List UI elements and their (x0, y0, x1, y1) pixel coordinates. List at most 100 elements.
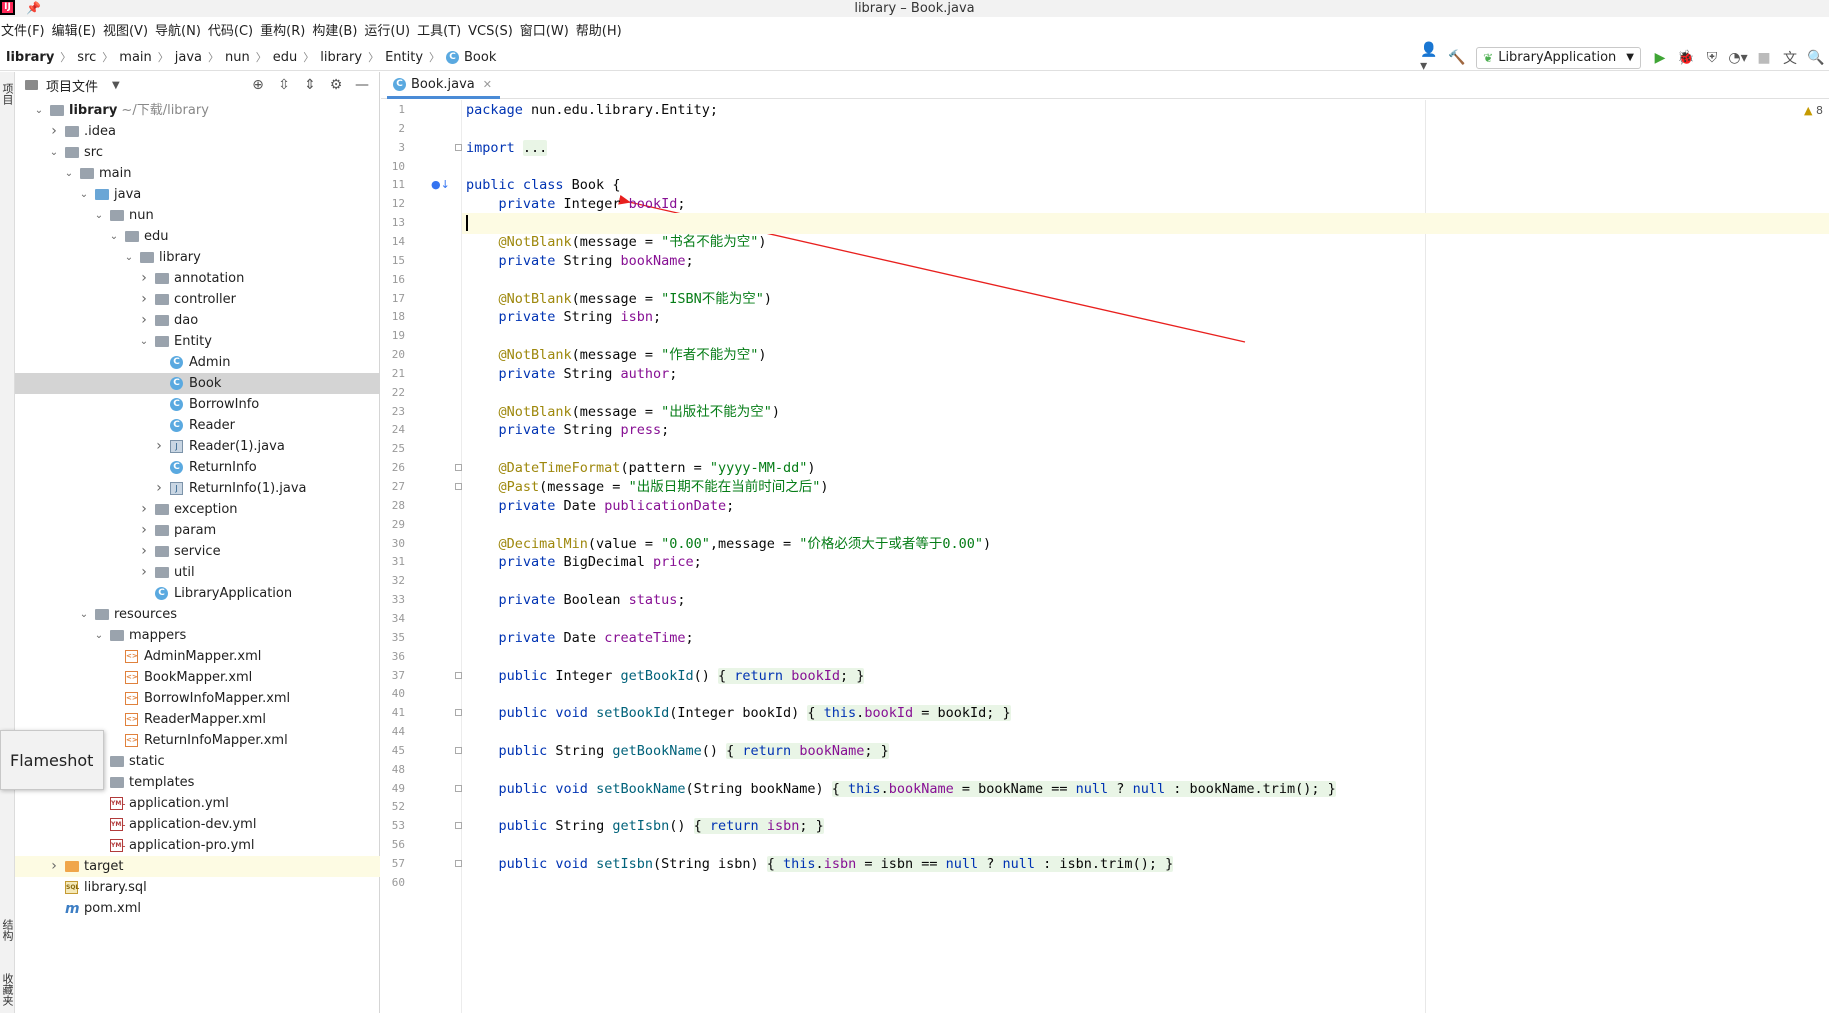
tree-item[interactable]: m pom.xml (15, 898, 380, 919)
tree-item[interactable]: <> BorrowInfoMapper.xml (15, 688, 380, 709)
structure-tool-tab[interactable]: 结构 (0, 910, 15, 950)
breadcrumb-item[interactable]: library (320, 50, 362, 65)
code-line[interactable]: 60 (381, 872, 1829, 894)
coverage-icon[interactable]: ⛨ (1701, 47, 1723, 69)
chevron-right-icon[interactable]: › (139, 499, 149, 520)
search-icon[interactable]: 🔍 (1805, 47, 1827, 69)
breadcrumb-item[interactable]: edu (273, 50, 298, 65)
tree-item[interactable]: ⌄ java (15, 184, 380, 205)
translate-icon[interactable]: 文 (1779, 47, 1801, 69)
tree-item[interactable]: C LibraryApplication (15, 583, 380, 604)
close-icon[interactable]: ✕ (483, 78, 492, 91)
chevron-right-icon[interactable]: › (49, 121, 59, 142)
breadcrumb-item[interactable]: library (6, 50, 54, 65)
project-tool-tab[interactable]: 项目 (0, 74, 15, 114)
breadcrumb-item[interactable]: main (119, 50, 151, 65)
tree-item[interactable]: ⌄ library ~/下载/library (15, 100, 380, 121)
fold-marker-icon[interactable] (455, 747, 462, 754)
locate-icon[interactable]: ⊕ (245, 77, 271, 93)
tree-item[interactable]: › util (15, 562, 380, 583)
tab-book-java[interactable]: C Book.java ✕ (387, 72, 500, 99)
tree-item[interactable]: YML application-dev.yml (15, 814, 380, 835)
chevron-down-icon[interactable]: ⌄ (94, 205, 104, 226)
tree-item[interactable]: <> AdminMapper.xml (15, 646, 380, 667)
tree-item[interactable]: C Admin (15, 352, 380, 373)
chevron-down-icon[interactable]: ▼ (112, 80, 120, 91)
tree-item[interactable]: › controller (15, 289, 380, 310)
user-icon[interactable]: 👤▾ (1420, 42, 1442, 74)
tree-item[interactable]: › dao (15, 310, 380, 331)
stop-icon[interactable]: ■ (1753, 47, 1775, 69)
chevron-right-icon[interactable]: › (139, 562, 149, 583)
menu-item[interactable]: 视图(V) (102, 21, 154, 43)
gear-icon[interactable]: ⚙ (323, 77, 349, 93)
chevron-right-icon[interactable]: › (154, 436, 164, 457)
menu-item[interactable]: 导航(N) (154, 21, 207, 43)
fold-marker-icon[interactable] (455, 672, 462, 679)
favorites-tool-tab[interactable]: 收藏夹 (0, 965, 15, 1013)
chevron-right-icon[interactable]: › (154, 478, 164, 499)
project-view-select[interactable]: 项目文件 (46, 76, 98, 95)
tree-item[interactable]: › service (15, 541, 380, 562)
tree-item[interactable]: YML application.yml (15, 793, 380, 814)
fold-marker-icon[interactable] (455, 709, 462, 716)
bean-gutter-icon[interactable]: ●↓ (431, 178, 450, 191)
run-configuration-select[interactable]: ❦ LibraryApplication ▼ (1476, 46, 1641, 69)
debug-icon[interactable]: 🐞 (1675, 47, 1697, 69)
breadcrumb-item[interactable]: java (175, 50, 202, 65)
tree-item[interactable]: C Book (15, 373, 380, 394)
tree-item[interactable]: › param (15, 520, 380, 541)
fold-marker-icon[interactable] (455, 860, 462, 867)
menu-item[interactable]: 重构(R) (259, 21, 311, 43)
menu-item[interactable]: 构建(B) (311, 21, 363, 43)
build-hammer-icon[interactable]: 🔨 (1446, 47, 1468, 69)
tree-item[interactable]: ⌄ Entity (15, 331, 380, 352)
expand-all-icon[interactable]: ⇳ (271, 77, 297, 93)
tree-item[interactable]: ⌄ edu (15, 226, 380, 247)
chevron-down-icon[interactable]: ⌄ (109, 226, 119, 247)
chevron-down-icon[interactable]: ⌄ (49, 142, 59, 163)
chevron-right-icon[interactable]: › (139, 541, 149, 562)
menu-item[interactable]: 工具(T) (416, 21, 467, 43)
profile-icon[interactable]: ◔▾ (1727, 47, 1749, 69)
chevron-right-icon[interactable]: › (49, 856, 59, 877)
tree-item[interactable]: <> ReaderMapper.xml (15, 709, 380, 730)
breadcrumb-item[interactable]: C Book (446, 50, 496, 65)
chevron-down-icon[interactable]: ⌄ (94, 625, 104, 646)
tree-item[interactable]: › annotation (15, 268, 380, 289)
chevron-right-icon[interactable]: › (139, 520, 149, 541)
fold-marker-icon[interactable] (455, 144, 462, 151)
fold-marker-icon[interactable] (455, 483, 462, 490)
tree-item[interactable]: ⌄ mappers (15, 625, 380, 646)
chevron-right-icon[interactable]: › (139, 268, 149, 289)
chevron-right-icon[interactable]: › (139, 310, 149, 331)
tree-item[interactable]: <> BookMapper.xml (15, 667, 380, 688)
tree-item[interactable]: › J Reader(1).java (15, 436, 380, 457)
run-icon[interactable]: ▶ (1649, 47, 1671, 69)
menu-item[interactable]: 运行(U) (363, 21, 416, 43)
breadcrumb-item[interactable]: Entity (385, 50, 423, 65)
menu-item[interactable]: 文件(F) (0, 21, 51, 43)
chevron-right-icon[interactable]: › (139, 289, 149, 310)
fold-marker-icon[interactable] (455, 464, 462, 471)
tree-item[interactable]: YML application-pro.yml (15, 835, 380, 856)
minimize-icon[interactable]: — (349, 77, 375, 93)
chevron-down-icon[interactable]: ⌄ (124, 247, 134, 268)
menu-item[interactable]: 编辑(E) (51, 21, 102, 43)
chevron-down-icon[interactable]: ⌄ (79, 184, 89, 205)
fold-marker-icon[interactable] (455, 822, 462, 829)
menu-item[interactable]: 帮助(H) (575, 21, 628, 43)
chevron-down-icon[interactable]: ⌄ (139, 331, 149, 352)
menu-item[interactable]: 代码(C) (207, 21, 259, 43)
menu-item[interactable]: VCS(S) (467, 21, 519, 43)
collapse-all-icon[interactable]: ⇕ (297, 77, 323, 93)
tree-item[interactable]: C Reader (15, 415, 380, 436)
breadcrumb-item[interactable]: nun (225, 50, 250, 65)
tree-item[interactable]: ⌄ nun (15, 205, 380, 226)
tree-item[interactable]: C ReturnInfo (15, 457, 380, 478)
tree-item[interactable]: ⌄ resources (15, 604, 380, 625)
tree-item[interactable]: › target (15, 856, 380, 877)
chevron-down-icon[interactable]: ⌄ (64, 163, 74, 184)
code-editor[interactable]: ▲ 8 1 package nun.edu.library.Entity; 2 3 im… (381, 100, 1829, 1013)
tree-item[interactable]: ⌄ main (15, 163, 380, 184)
